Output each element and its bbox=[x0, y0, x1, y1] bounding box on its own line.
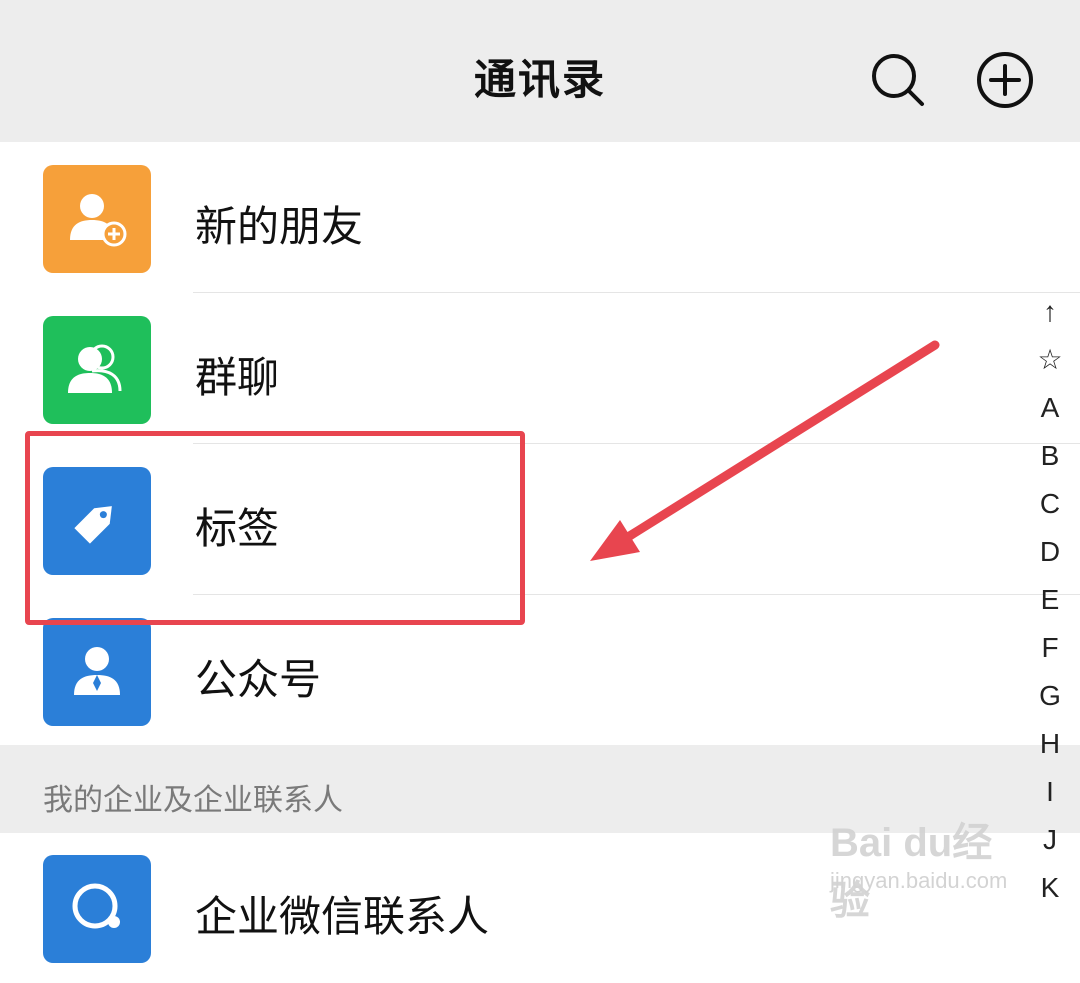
list-item-label: 群聊 bbox=[195, 353, 280, 402]
list-item-label: 公众号 bbox=[195, 655, 322, 704]
index-item[interactable]: A bbox=[1030, 384, 1070, 432]
watermark-logo: Bai du经验 jingyan.baidu.com bbox=[830, 800, 1030, 923]
index-item[interactable]: D bbox=[1030, 528, 1070, 576]
index-item[interactable]: F bbox=[1030, 624, 1070, 672]
work-contact-icon bbox=[43, 855, 151, 963]
add-friend-icon bbox=[43, 165, 151, 273]
index-item[interactable]: G bbox=[1030, 672, 1070, 720]
list-item-group-chats[interactable]: 群聊 bbox=[0, 294, 1080, 444]
alphabet-index[interactable]: ↑ ☆ A B C D E F G H I J K bbox=[1030, 288, 1070, 912]
watermark-url: jingyan.baidu.com bbox=[830, 868, 1008, 893]
search-button[interactable] bbox=[868, 50, 928, 110]
index-item[interactable]: B bbox=[1030, 432, 1070, 480]
search-icon bbox=[872, 54, 924, 106]
divider bbox=[193, 292, 1080, 293]
index-item[interactable]: ↑ bbox=[1030, 288, 1070, 336]
plus-circle-icon bbox=[977, 52, 1033, 108]
list-item-new-friends[interactable]: 新的朋友 bbox=[0, 143, 1080, 293]
official-account-icon bbox=[43, 618, 151, 726]
highlight-box bbox=[25, 431, 525, 625]
top-bar: 通讯录 bbox=[0, 0, 1080, 142]
list-item-label: 新的朋友 bbox=[195, 202, 364, 251]
index-item[interactable]: I bbox=[1030, 768, 1070, 816]
index-item[interactable]: ☆ bbox=[1030, 336, 1070, 384]
section-title: 我的企业及企业联系人 bbox=[43, 783, 343, 818]
group-chat-icon bbox=[43, 316, 151, 424]
add-button[interactable] bbox=[975, 50, 1035, 110]
index-item[interactable]: C bbox=[1030, 480, 1070, 528]
index-item[interactable]: E bbox=[1030, 576, 1070, 624]
index-item[interactable]: J bbox=[1030, 816, 1070, 864]
list-item-label: 企业微信联系人 bbox=[195, 892, 490, 941]
index-item[interactable]: K bbox=[1030, 864, 1070, 912]
index-item[interactable]: H bbox=[1030, 720, 1070, 768]
